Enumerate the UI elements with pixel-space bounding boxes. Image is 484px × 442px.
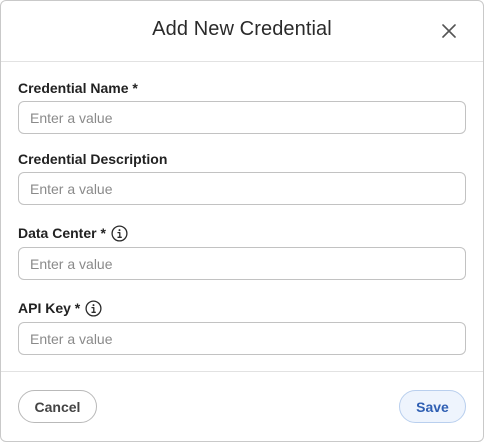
data-center-label-text: Data Center * (18, 225, 106, 241)
close-button[interactable] (437, 19, 461, 43)
api-key-input[interactable] (18, 322, 466, 355)
credential-name-label: Credential Name * (18, 78, 138, 98)
info-icon[interactable] (85, 299, 102, 317)
data-center-input[interactable] (18, 247, 466, 280)
close-icon (442, 24, 456, 38)
credential-description-label: Credential Description (18, 149, 167, 169)
credential-name-label-text: Credential Name * (18, 80, 138, 96)
save-button[interactable]: Save (399, 390, 466, 423)
info-icon[interactable] (111, 224, 128, 242)
credential-description-label-text: Credential Description (18, 151, 168, 167)
add-credential-dialog: Add New Credential Credential Name * Cre… (0, 0, 484, 442)
credential-name-input[interactable] (18, 101, 466, 134)
api-key-label-text: API Key * (18, 300, 81, 316)
api-key-label: API Key * (18, 298, 102, 318)
dialog-title: Add New Credential (152, 18, 332, 40)
dialog-footer: Cancel Save (1, 371, 483, 442)
cancel-button[interactable]: Cancel (18, 390, 97, 423)
data-center-label: Data Center * (18, 223, 128, 243)
credential-description-input[interactable] (18, 172, 466, 205)
dialog-header: Add New Credential (1, 1, 483, 62)
